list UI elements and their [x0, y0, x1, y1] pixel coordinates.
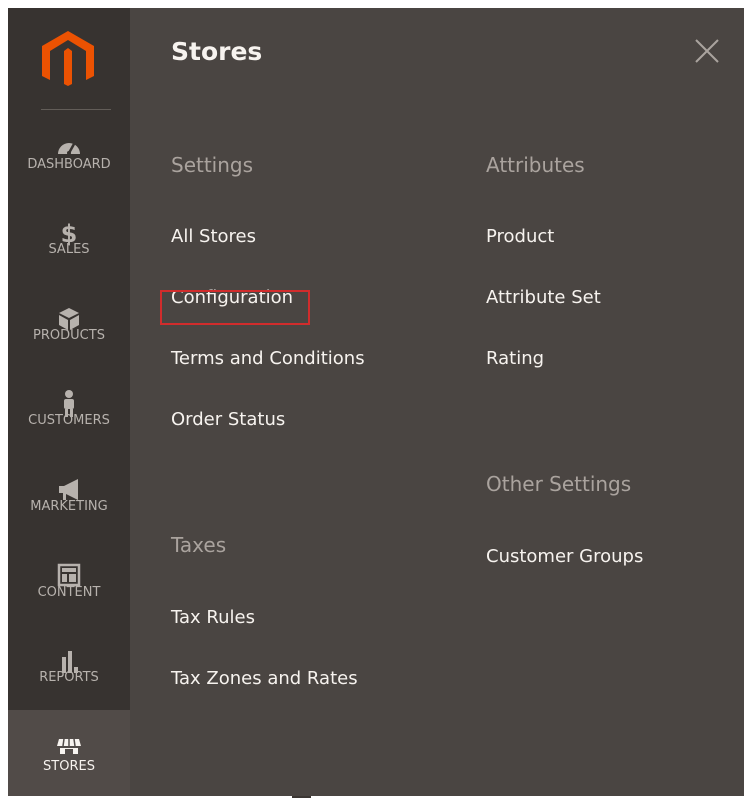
magento-logo-icon[interactable] — [39, 28, 97, 88]
logo-divider — [41, 109, 111, 110]
page-title: Stores — [171, 37, 263, 66]
sidebar-item-customers[interactable]: CUSTOMERS — [8, 382, 130, 468]
sidebar-item-label: DASHBOARD — [27, 157, 111, 172]
link-product[interactable]: Product — [486, 226, 554, 247]
link-customer-groups[interactable]: Customer Groups — [486, 546, 643, 567]
link-attribute-set[interactable]: Attribute Set — [486, 287, 601, 308]
link-order-status[interactable]: Order Status — [171, 409, 285, 430]
sidebar-item-dashboard[interactable]: DASHBOARD — [8, 126, 130, 212]
section-title-attributes: Attributes — [486, 153, 585, 177]
configuration-highlight — [160, 290, 310, 325]
app-frame: DASHBOARD $ SALES PRODUCTS CUSTOMERS MAR… — [8, 8, 744, 798]
link-rating[interactable]: Rating — [486, 348, 544, 369]
sidebar-item-stores[interactable]: STORES — [8, 710, 130, 796]
sidebar-item-label: MARKETING — [30, 499, 108, 514]
sidebar-item-products[interactable]: PRODUCTS — [8, 297, 130, 383]
section-title-settings: Settings — [171, 153, 254, 177]
stores-panel: Stores Settings All Stores Configuration… — [130, 8, 744, 798]
sidebar-item-sales[interactable]: $ SALES — [8, 211, 130, 297]
sidebar-item-label: CUSTOMERS — [28, 413, 110, 428]
sidebar-item-label: CONTENT — [37, 585, 101, 600]
sidebar-item-label: STORES — [43, 759, 95, 774]
sidebar-item-marketing[interactable]: MARKETING — [8, 468, 130, 554]
sidebar-item-label: REPORTS — [39, 670, 99, 685]
store-icon — [54, 732, 84, 762]
close-icon[interactable] — [692, 36, 722, 66]
section-title-other-settings: Other Settings — [486, 472, 632, 496]
section-title-taxes: Taxes — [171, 533, 227, 557]
link-terms-and-conditions[interactable]: Terms and Conditions — [171, 348, 365, 369]
sidebar: DASHBOARD $ SALES PRODUCTS CUSTOMERS MAR… — [8, 8, 130, 796]
link-tax-zones-and-rates[interactable]: Tax Zones and Rates — [171, 668, 358, 689]
sidebar-item-label: PRODUCTS — [33, 328, 105, 343]
link-tax-rules[interactable]: Tax Rules — [171, 607, 255, 628]
link-all-stores[interactable]: All Stores — [171, 226, 256, 247]
sidebar-item-label: SALES — [48, 242, 90, 257]
sidebar-item-content[interactable]: CONTENT — [8, 554, 130, 640]
